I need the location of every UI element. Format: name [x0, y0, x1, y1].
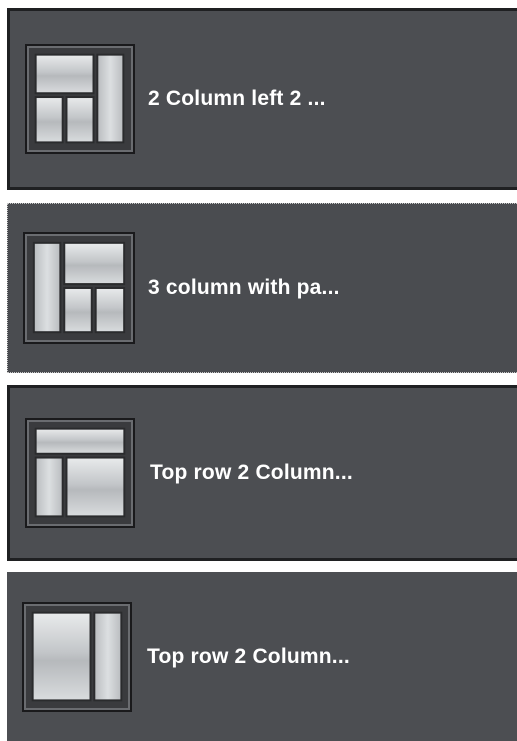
layout-3col-icon — [23, 232, 135, 344]
layout-list: 2 Column left 2 ... 3 column with pa... … — [0, 0, 517, 741]
layout-option-label: 2 Column left 2 ... — [148, 87, 326, 110]
layout-top-row-2col-icon — [25, 418, 135, 528]
layout-2col-left-icon — [25, 44, 135, 154]
layout-2col-icon — [22, 601, 132, 712]
layout-option-label: 3 column with pa... — [148, 276, 340, 299]
layout-option-label: Top row 2 Column... — [150, 461, 353, 484]
layout-option-2-column-left[interactable]: 2 Column left 2 ... — [7, 8, 517, 190]
layout-option-label: Top row 2 Column... — [147, 644, 350, 668]
layout-option-top-row-2-column[interactable]: Top row 2 Column... — [7, 385, 517, 561]
layout-option-3-column[interactable]: 3 column with pa... — [7, 203, 517, 373]
layout-option-top-row-2-column-alt[interactable]: Top row 2 Column... — [7, 572, 517, 741]
